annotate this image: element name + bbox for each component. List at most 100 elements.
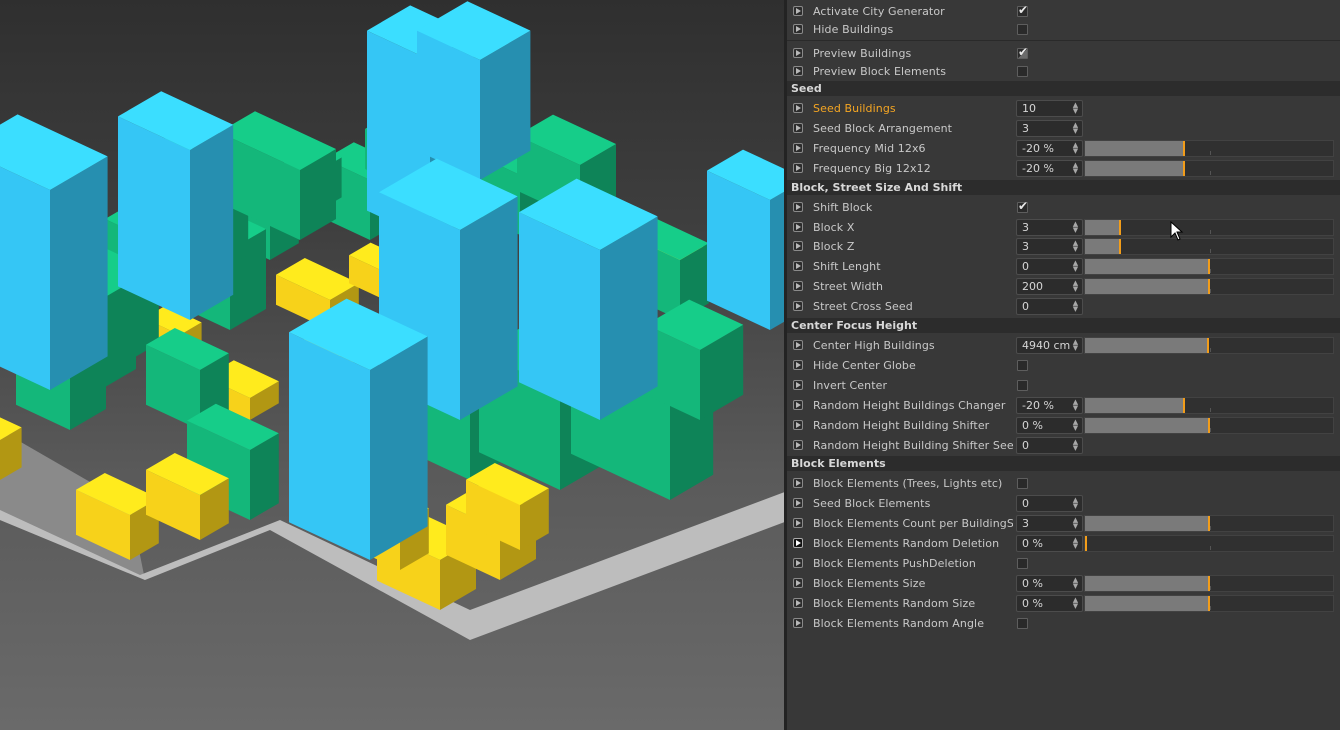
animation-keyframe-icon[interactable] (793, 122, 803, 133)
slider-knob[interactable] (1208, 575, 1210, 591)
animation-keyframe-icon[interactable] (793, 617, 803, 628)
number-field[interactable]: 0 % ▲ ▼ (1016, 535, 1083, 553)
value-slider[interactable] (1084, 139, 1334, 157)
animation-keyframe-icon[interactable] (793, 142, 803, 153)
spin-arrows-icon[interactable]: ▲ ▼ (1072, 260, 1079, 273)
section-header-block-elements[interactable]: Block Elements (787, 456, 1340, 472)
animation-keyframe-icon[interactable] (793, 162, 803, 173)
spin-arrows-icon[interactable]: ▲ ▼ (1072, 141, 1079, 154)
animation-keyframe-icon[interactable] (793, 538, 803, 549)
animation-keyframe-icon[interactable] (793, 201, 803, 212)
value-slider[interactable] (1084, 535, 1334, 553)
spin-arrows-icon[interactable]: ▲ ▼ (1072, 398, 1079, 411)
number-field[interactable]: 10 ▲ ▼ (1016, 100, 1083, 117)
number-field[interactable]: 3 ▲ ▼ (1016, 238, 1083, 256)
animation-keyframe-icon[interactable] (793, 221, 803, 232)
animation-keyframe-icon[interactable] (793, 103, 803, 113)
animation-keyframe-icon[interactable] (793, 281, 803, 292)
number-field[interactable]: 4940 cm ▲ ▼ (1016, 337, 1083, 354)
slider-knob[interactable] (1118, 239, 1121, 255)
animation-keyframe-icon[interactable] (793, 241, 803, 252)
checkbox[interactable] (1017, 617, 1028, 629)
number-field[interactable]: 3 ▲ ▼ (1016, 218, 1083, 236)
slider-knob[interactable] (1085, 536, 1087, 552)
section-header-center-focus-height[interactable]: Center Focus Height (787, 318, 1340, 333)
value-slider[interactable] (1084, 278, 1334, 296)
animation-keyframe-icon[interactable] (793, 379, 803, 390)
animation-keyframe-icon[interactable] (793, 558, 803, 568)
number-field[interactable]: -20 % ▲ ▼ (1016, 396, 1083, 414)
slider-knob[interactable] (1206, 338, 1209, 353)
spin-arrows-icon[interactable]: ▲ ▼ (1072, 339, 1079, 352)
animation-keyframe-icon[interactable] (793, 340, 803, 350)
number-field[interactable]: 0 ▲ ▼ (1016, 495, 1083, 513)
animation-keyframe-icon[interactable] (793, 597, 803, 608)
checkbox[interactable] (1017, 558, 1028, 569)
spin-arrows-icon[interactable]: ▲ ▼ (1072, 537, 1079, 550)
number-field[interactable]: 0 % ▲ ▼ (1016, 416, 1083, 434)
slider-knob[interactable] (1118, 219, 1121, 235)
value-slider[interactable] (1084, 218, 1334, 236)
slider-knob[interactable] (1208, 595, 1210, 611)
spin-arrows-icon[interactable]: ▲ ▼ (1072, 161, 1079, 174)
value-slider[interactable] (1084, 337, 1334, 354)
animation-keyframe-icon[interactable] (793, 24, 803, 34)
checkbox[interactable]: ✔ (1017, 45, 1028, 59)
checkbox[interactable]: ✔ (1017, 199, 1028, 213)
value-slider[interactable] (1084, 238, 1334, 256)
animation-keyframe-icon[interactable] (793, 498, 803, 509)
spin-arrows-icon[interactable]: ▲ ▼ (1072, 517, 1079, 530)
slider-knob[interactable] (1208, 516, 1210, 532)
number-field[interactable]: 0 % ▲ ▼ (1016, 594, 1083, 612)
animation-keyframe-icon[interactable] (793, 518, 803, 529)
animation-keyframe-icon[interactable] (793, 48, 803, 58)
animation-keyframe-icon[interactable] (793, 419, 803, 430)
slider-knob[interactable] (1183, 397, 1186, 413)
value-slider[interactable] (1084, 594, 1334, 612)
slider-knob[interactable] (1183, 140, 1186, 156)
animation-keyframe-icon[interactable] (793, 478, 803, 489)
animation-keyframe-icon[interactable] (793, 66, 803, 76)
spin-arrows-icon[interactable]: ▲ ▼ (1072, 220, 1079, 233)
value-slider[interactable] (1084, 574, 1334, 592)
checkbox[interactable] (1017, 24, 1028, 35)
value-slider[interactable] (1084, 416, 1334, 434)
spin-arrows-icon[interactable]: ▲ ▼ (1072, 102, 1079, 115)
animation-keyframe-icon[interactable] (793, 261, 803, 272)
number-field[interactable]: 200 ▲ ▼ (1016, 278, 1083, 296)
slider-knob[interactable] (1208, 279, 1210, 295)
number-field[interactable]: 0 ▲ ▼ (1016, 298, 1083, 316)
checkbox[interactable] (1017, 66, 1028, 77)
slider-knob[interactable] (1208, 417, 1210, 433)
spin-arrows-icon[interactable]: ▲ ▼ (1072, 240, 1079, 253)
animation-keyframe-icon[interactable] (793, 439, 803, 450)
checkbox[interactable] (1017, 359, 1028, 371)
spin-arrows-icon[interactable]: ▲ ▼ (1072, 280, 1079, 293)
spin-arrows-icon[interactable]: ▲ ▼ (1072, 300, 1079, 313)
number-field[interactable]: 0 ▲ ▼ (1016, 436, 1083, 454)
number-field[interactable]: 0 % ▲ ▼ (1016, 574, 1083, 592)
spin-arrows-icon[interactable]: ▲ ▼ (1072, 576, 1079, 589)
value-slider[interactable] (1084, 396, 1334, 414)
value-slider[interactable] (1084, 159, 1334, 177)
number-field[interactable]: 3 ▲ ▼ (1016, 119, 1083, 137)
animation-keyframe-icon[interactable] (793, 359, 803, 370)
spin-arrows-icon[interactable]: ▲ ▼ (1072, 596, 1079, 609)
value-slider[interactable] (1084, 515, 1334, 533)
spin-arrows-icon[interactable]: ▲ ▼ (1072, 121, 1079, 134)
animation-keyframe-icon[interactable] (793, 301, 803, 312)
slider-knob[interactable] (1208, 259, 1210, 275)
animation-keyframe-icon[interactable] (793, 399, 803, 410)
animation-keyframe-icon[interactable] (793, 577, 803, 588)
number-field[interactable]: -20 % ▲ ▼ (1016, 139, 1083, 157)
number-field[interactable]: 0 ▲ ▼ (1016, 258, 1083, 276)
section-header-seed[interactable]: Seed (787, 81, 1340, 96)
slider-knob[interactable] (1183, 160, 1186, 176)
checkbox[interactable] (1017, 478, 1028, 490)
checkbox[interactable]: ✔ (1017, 3, 1028, 17)
spin-arrows-icon[interactable]: ▲ ▼ (1072, 497, 1079, 510)
value-slider[interactable] (1084, 258, 1334, 276)
3d-viewport[interactable] (0, 0, 784, 730)
spin-arrows-icon[interactable]: ▲ ▼ (1072, 438, 1079, 451)
animation-keyframe-icon[interactable] (793, 6, 803, 16)
